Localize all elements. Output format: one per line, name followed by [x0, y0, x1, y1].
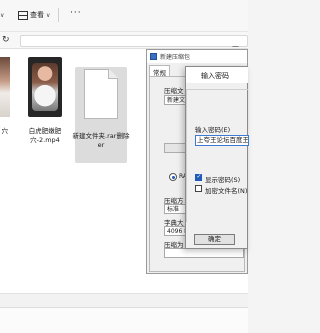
view-button[interactable]: 查看 ∨ [18, 9, 50, 21]
dialog-title: 输入密码 [201, 72, 229, 80]
taskbar [0, 307, 248, 333]
dialog-titlebar: 新建压缩包 [147, 50, 247, 63]
video-thumbnail [0, 57, 10, 117]
app-icon [150, 53, 157, 60]
chevron-down-icon: ∨ [46, 11, 51, 19]
toolbar-divider [58, 8, 59, 22]
dialog-title: 新建压缩包 [160, 54, 191, 61]
show-password-checkbox[interactable] [195, 173, 202, 181]
document-icon [84, 69, 118, 119]
chevron-down-icon: ∨ [0, 11, 5, 19]
encrypt-filenames-checkbox[interactable] [195, 185, 202, 192]
dialog-body [186, 89, 248, 222]
file-name: 白虎肥嫩肥穴-2.mp4 [28, 127, 62, 144]
encrypt-filenames-label: 加密文件名(N) [205, 187, 248, 195]
refresh-icon[interactable]: ↻ [2, 35, 10, 45]
view-label: 查看 [30, 11, 44, 19]
explorer-toolbar: ∨ 查看 ∨ ··· [0, 0, 248, 31]
ok-button[interactable]: 确定 [194, 234, 235, 245]
field-label: 压缩文 [164, 87, 184, 95]
file-name: 新建文件夹.rar删除er [72, 132, 130, 149]
format-radio[interactable] [169, 173, 177, 181]
password-dialog: 输入密码 输入密码(E) 上夸王论坛百度王 显示密码(S) 加密文件名(N) [185, 66, 249, 249]
split-volumes-field[interactable] [164, 248, 244, 258]
password-label: 输入密码(E) [195, 126, 231, 134]
sort-button[interactable]: ∨ [0, 9, 4, 21]
address-bar[interactable] [20, 35, 248, 47]
video-thumbnail [28, 57, 62, 117]
file-name: 穴 [1, 127, 9, 135]
thumbnail-image [32, 63, 58, 111]
tab-general[interactable]: 常规 [149, 65, 170, 77]
status-bar [0, 293, 248, 307]
password-input[interactable]: 上夸王论坛百度王 [195, 135, 249, 146]
more-options-button[interactable]: ··· [70, 7, 82, 19]
address-row: ↻ [0, 31, 248, 49]
dialog-titlebar: 输入密码 [186, 67, 248, 83]
view-icon [18, 10, 28, 20]
show-password-label: 显示密码(S) [205, 176, 241, 184]
tab-bar: 常规 [149, 65, 170, 77]
